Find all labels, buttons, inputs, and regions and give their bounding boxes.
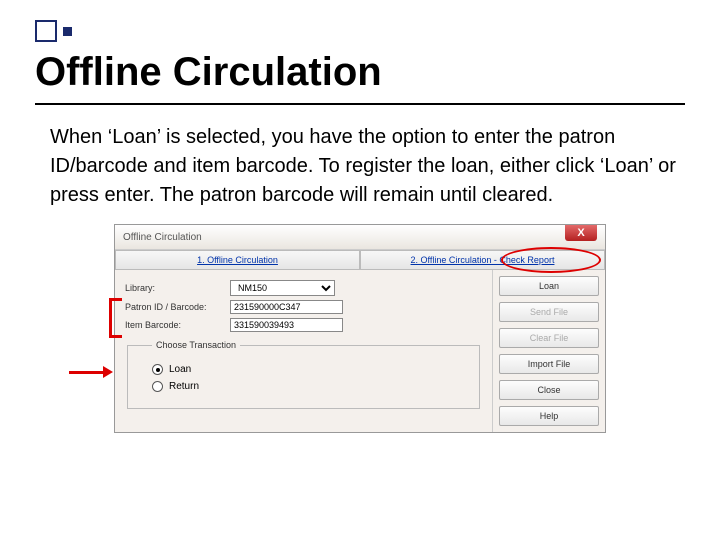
transaction-fieldset: Choose Transaction Loan Return [127, 340, 480, 409]
library-select[interactable]: NM150 [230, 280, 335, 296]
clear-file-button[interactable]: Clear File [499, 328, 599, 348]
slide-title: Offline Circulation [35, 50, 685, 95]
patron-label: Patron ID / Barcode: [125, 302, 230, 312]
close-button[interactable]: Close [499, 380, 599, 400]
send-file-button[interactable]: Send File [499, 302, 599, 322]
patron-input[interactable] [230, 300, 343, 314]
title-row: Offline Circulation [35, 50, 685, 105]
radio-icon [152, 381, 163, 392]
tab-row: 1. Offline Circulation 2. Offline Circul… [115, 250, 605, 270]
annotation-arrow-icon [69, 366, 113, 378]
radio-loan[interactable]: Loan [152, 364, 469, 375]
square-icon [63, 27, 72, 36]
content-row: Library: NM150 Patron ID / Barcode: Item… [115, 270, 605, 432]
radio-return[interactable]: Return [152, 381, 469, 392]
slide: Offline Circulation When ‘Loan’ is selec… [0, 0, 720, 453]
import-file-button[interactable]: Import File [499, 354, 599, 374]
decor-squares [35, 20, 685, 42]
window-title: Offline Circulation [123, 232, 202, 243]
tab-offline-circulation[interactable]: 1. Offline Circulation [115, 250, 360, 270]
window-titlebar: Offline Circulation X [115, 225, 605, 250]
app-window: Offline Circulation X 1. Offline Circula… [114, 224, 606, 433]
radio-return-label: Return [169, 381, 199, 392]
radio-icon [152, 364, 163, 375]
field-item: Item Barcode: [125, 318, 482, 332]
right-pane: Loan Send File Clear File Import File Cl… [492, 270, 605, 432]
radio-loan-label: Loan [169, 364, 191, 375]
transaction-legend: Choose Transaction [152, 340, 240, 350]
field-library: Library: NM150 [125, 280, 482, 296]
left-pane: Library: NM150 Patron ID / Barcode: Item… [115, 270, 492, 432]
annotation-bracket-icon [109, 298, 122, 338]
library-label: Library: [125, 283, 230, 293]
window-close-button[interactable]: X [565, 225, 597, 241]
item-input[interactable] [230, 318, 343, 332]
slide-body: When ‘Loan’ is selected, you have the op… [50, 123, 685, 210]
square-icon [35, 20, 57, 42]
item-label: Item Barcode: [125, 320, 230, 330]
tab-check-report[interactable]: 2. Offline Circulation - Check Report [360, 250, 605, 270]
field-patron: Patron ID / Barcode: [125, 300, 482, 314]
help-button[interactable]: Help [499, 406, 599, 426]
loan-button[interactable]: Loan [499, 276, 599, 296]
